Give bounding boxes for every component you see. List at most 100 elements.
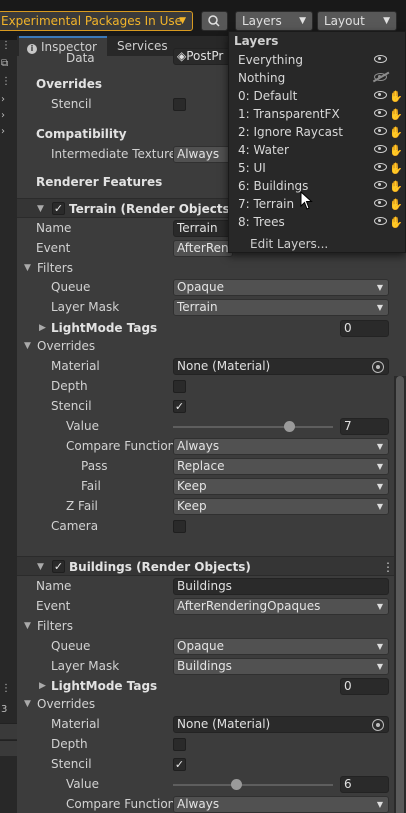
buildings-depth-checkbox[interactable] — [173, 738, 186, 751]
buildings-value-field[interactable]: 6 — [340, 776, 389, 793]
buildings-event-dropdown[interactable]: AfterRenderingOpaques ▼ — [173, 598, 389, 615]
layer-item[interactable]: Everything — [229, 51, 405, 69]
kebab-menu-icon[interactable]: ⋮ — [382, 557, 394, 577]
layer-item[interactable]: 5: UI ✋ — [229, 159, 405, 177]
terrain-overrides-row[interactable]: ▼ Overrides — [17, 336, 406, 356]
pick-lock-icon[interactable]: ✋ — [389, 196, 403, 214]
terrain-zfail-value: Keep — [177, 499, 207, 513]
terrain-pass-value: Replace — [177, 459, 225, 473]
layer-item[interactable]: 4: Water ✋ — [229, 141, 405, 159]
pick-lock-icon[interactable]: ✋ — [389, 124, 403, 142]
intermediate-texture-dropdown[interactable]: Always — [173, 146, 233, 163]
layer-item[interactable]: 1: TransparentFX ✋ — [229, 105, 405, 123]
buildings-name-field[interactable]: Buildings — [173, 578, 389, 595]
inspector-scrollbar[interactable] — [394, 376, 406, 813]
buildings-lightmode-count-field[interactable]: 0 — [340, 678, 389, 695]
layer-item[interactable]: Nothing — [229, 69, 405, 87]
layer-item[interactable]: 2: Ignore Raycast ✋ — [229, 123, 405, 141]
layers-dropdown-button[interactable]: Layers ▼ — [235, 11, 313, 31]
pick-lock-icon[interactable]: ✋ — [389, 178, 403, 196]
pick-lock-icon[interactable]: ✋ — [389, 160, 403, 178]
buildings-filters-row[interactable]: ▼ Filters — [17, 616, 406, 636]
terrain-compare-dropdown[interactable]: Always ▼ — [173, 438, 389, 455]
terrain-depth-checkbox[interactable] — [173, 380, 186, 393]
pick-lock-icon[interactable]: ✋ — [389, 142, 403, 160]
eye-icon[interactable] — [374, 199, 387, 207]
foldout-open-icon[interactable]: ▼ — [24, 616, 31, 636]
pick-lock-icon[interactable]: ✋ — [389, 106, 403, 124]
terrain-queue-dropdown[interactable]: Opaque ▼ — [173, 279, 389, 296]
foldout-open-icon[interactable]: ▼ — [24, 258, 31, 278]
foldout-closed-icon[interactable]: ▶ — [39, 318, 46, 338]
terrain-value-field[interactable]: 7 — [340, 418, 389, 435]
foldout-open-icon[interactable]: ▼ — [37, 557, 44, 577]
chevron-down-icon: ▼ — [376, 662, 383, 671]
chevron-right-icon[interactable]: › — [1, 94, 5, 105]
buildings-overrides-row[interactable]: ▼ Overrides — [17, 694, 406, 714]
buildings-feature-header[interactable]: ▼ ✓ Buildings (Render Objects) ⋮ — [17, 556, 406, 576]
buildings-compare-value: Always — [177, 797, 220, 811]
layer-item[interactable]: 0: Default ✋ — [229, 87, 405, 105]
eye-icon[interactable] — [374, 127, 387, 135]
buildings-material-field[interactable]: None (Material) — [173, 716, 389, 733]
queue-label: Queue — [51, 280, 91, 294]
eye-icon[interactable] — [374, 145, 387, 153]
foldout-open-icon[interactable]: ▼ — [37, 199, 44, 219]
buildings-value-slider-thumb[interactable] — [231, 779, 242, 790]
buildings-layer-mask-dropdown[interactable]: Buildings ▼ — [173, 658, 389, 675]
terrain-pass-dropdown[interactable]: Replace ▼ — [173, 458, 389, 475]
buildings-queue-dropdown[interactable]: Opaque ▼ — [173, 638, 389, 655]
chevron-right-icon[interactable]: › — [1, 126, 5, 137]
foldout-open-icon[interactable]: ▼ — [24, 336, 31, 356]
scrollbar-thumb[interactable] — [396, 376, 404, 813]
experimental-packages-dropdown[interactable]: Experimental Packages In Use ▼ — [0, 11, 193, 31]
kebab-menu-icon[interactable]: ⋮ — [1, 40, 11, 51]
foldout-closed-icon[interactable]: ▶ — [39, 676, 46, 696]
foldout-open-icon[interactable]: ▼ — [24, 694, 31, 714]
terrain-lightmode-count-field[interactable]: 0 — [340, 320, 389, 337]
buildings-compare-dropdown[interactable]: Always ▼ — [173, 796, 389, 813]
kebab-menu-icon[interactable]: ⋮ — [1, 683, 11, 694]
terrain-depth-row: Depth — [17, 376, 406, 396]
edit-layers-item[interactable]: Edit Layers... — [250, 235, 328, 253]
layer-item[interactable]: 8: Trees ✋ — [229, 213, 405, 231]
eye-hidden-icon[interactable] — [374, 73, 387, 81]
terrain-zfail-dropdown[interactable]: Keep ▼ — [173, 498, 389, 515]
terrain-stencil-checkbox[interactable]: ✓ — [173, 400, 186, 413]
material-label: Material — [51, 717, 100, 731]
terrain-value-row: Value 7 — [17, 416, 406, 436]
terrain-name-field[interactable]: Terrain — [173, 220, 233, 237]
layer-item[interactable]: 7: Terrain ✋ — [229, 195, 405, 213]
eye-icon[interactable] — [374, 91, 387, 99]
terrain-event-dropdown[interactable]: AfterRen — [173, 240, 233, 257]
eye-icon[interactable] — [374, 55, 387, 63]
terrain-camera-checkbox[interactable] — [173, 520, 186, 533]
buildings-stencil-checkbox[interactable]: ✓ — [173, 758, 186, 771]
terrain-enabled-checkbox[interactable]: ✓ — [52, 202, 65, 215]
chevron-right-icon[interactable]: › — [1, 110, 5, 121]
pick-lock-icon[interactable]: ✋ — [389, 88, 403, 106]
object-picker-icon[interactable] — [372, 719, 384, 731]
layer-item[interactable]: 6: Buildings ✋ — [229, 177, 405, 195]
buildings-value-slider-track[interactable] — [173, 784, 333, 786]
eye-icon[interactable] — [374, 109, 387, 117]
eye-icon[interactable] — [374, 217, 387, 225]
stencil-label: Stencil — [51, 399, 92, 413]
eye-icon[interactable] — [374, 163, 387, 171]
terrain-material-field[interactable]: None (Material) — [173, 358, 389, 375]
terrain-layer-mask-dropdown[interactable]: Terrain ▼ — [173, 299, 389, 316]
buildings-enabled-checkbox[interactable]: ✓ — [52, 560, 65, 573]
pick-lock-icon[interactable]: ✋ — [389, 214, 403, 232]
stencil-checkbox[interactable] — [173, 98, 186, 111]
terrain-fail-dropdown[interactable]: Keep ▼ — [173, 478, 389, 495]
terrain-filters-row[interactable]: ▼ Filters — [17, 258, 406, 278]
search-button[interactable] — [201, 11, 228, 31]
kebab-menu-icon[interactable]: ⋮ — [1, 76, 11, 87]
layout-dropdown-button[interactable]: Layout ▼ — [317, 11, 397, 31]
layer-item-label: 4: Water — [238, 143, 289, 157]
terrain-value-slider-track[interactable] — [173, 426, 333, 428]
eye-icon[interactable] — [374, 181, 387, 189]
object-picker-icon[interactable] — [372, 361, 384, 373]
left-strip-number: 3 — [1, 704, 8, 715]
terrain-value-slider-thumb[interactable] — [283, 421, 295, 432]
